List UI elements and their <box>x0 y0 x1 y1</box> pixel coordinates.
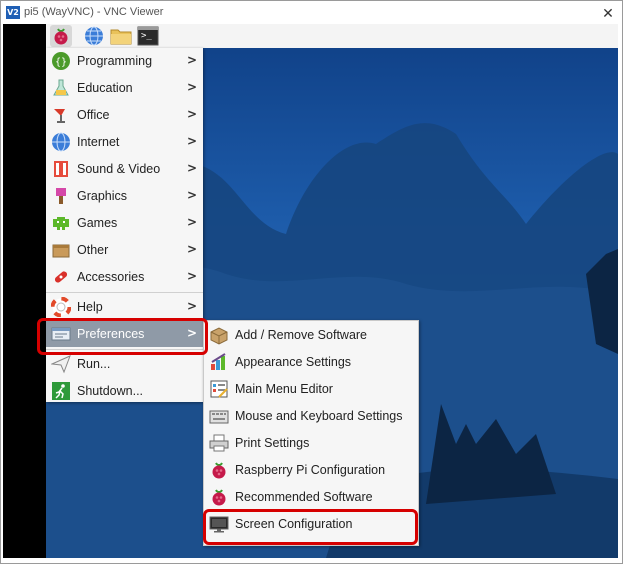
submenu-item-mouse-keyboard-settings[interactable]: Mouse and Keyboard Settings <box>204 403 418 429</box>
highlight-preferences <box>37 318 208 355</box>
other-icon <box>51 240 71 260</box>
menu-item-label: Office <box>77 108 110 122</box>
programming-icon: {} <box>51 51 71 71</box>
svg-text:{}: {} <box>55 57 67 68</box>
vnc-viewer-window: V2 pi5 (WayVNC) - VNC Viewer ✕ >_ {} Pro… <box>0 0 623 564</box>
submenu-item-main-menu-editor[interactable]: Main Menu Editor <box>204 376 418 402</box>
menu-item-label: Accessories <box>77 270 145 284</box>
chevron-right-icon: > <box>186 188 197 202</box>
menu-item-label: Sound & Video <box>77 162 161 176</box>
submenu-item-add-remove-software[interactable]: Add / Remove Software <box>204 322 418 348</box>
chevron-right-icon: > <box>186 107 197 121</box>
menu-item-label: Education <box>77 81 133 95</box>
menu-item-sound-video[interactable]: Sound & Video > <box>46 156 203 182</box>
menu-editor-icon <box>209 379 229 399</box>
internet-icon <box>51 132 71 152</box>
chevron-right-icon: > <box>186 134 197 148</box>
remote-screen[interactable]: >_ {} Programming > Education > Office >… <box>3 24 618 558</box>
office-icon <box>51 105 71 125</box>
accessories-icon <box>51 267 71 287</box>
chevron-right-icon: > <box>186 242 197 256</box>
games-icon <box>51 213 71 233</box>
taskbar: >_ <box>46 24 618 48</box>
menu-item-label: Games <box>77 216 118 230</box>
raspberry-icon <box>209 460 229 480</box>
shutdown-icon <box>51 381 71 401</box>
submenu-item-label: Main Menu Editor <box>235 382 333 396</box>
submenu-item-label: Raspberry Pi Configuration <box>235 463 386 477</box>
education-icon <box>51 78 71 98</box>
chevron-right-icon: > <box>186 269 197 283</box>
close-icon[interactable]: ✕ <box>601 6 615 20</box>
submenu-item-recommended-software[interactable]: Recommended Software <box>204 484 418 510</box>
raspberry-menu-icon[interactable] <box>50 25 72 47</box>
menu-item-internet[interactable]: Internet > <box>46 129 203 155</box>
menu-item-education[interactable]: Education > <box>46 75 203 101</box>
menu-item-graphics[interactable]: Graphics > <box>46 183 203 209</box>
package-icon <box>209 325 229 345</box>
menu-item-accessories[interactable]: Accessories > <box>46 264 203 290</box>
raspberry-icon <box>209 487 229 507</box>
submenu-item-label: Recommended Software <box>235 490 373 504</box>
chevron-right-icon: > <box>186 215 197 229</box>
menu-item-label: Internet <box>77 135 120 149</box>
appearance-icon <box>209 352 229 372</box>
file-manager-icon[interactable] <box>110 25 132 47</box>
menu-item-office[interactable]: Office > <box>46 102 203 128</box>
submenu-item-label: Print Settings <box>235 436 310 450</box>
menu-item-label: Graphics <box>77 189 128 203</box>
submenu-item-label: Appearance Settings <box>235 355 352 369</box>
submenu-item-label: Add / Remove Software <box>235 328 368 342</box>
submenu-item-print-settings[interactable]: Print Settings <box>204 430 418 456</box>
chevron-right-icon: > <box>186 53 197 67</box>
menu-separator <box>46 292 203 293</box>
chevron-right-icon: > <box>186 80 197 94</box>
menu-item-label: Programming <box>77 54 153 68</box>
graphics-icon <box>51 186 71 206</box>
menu-item-label: Run... <box>77 357 111 371</box>
menu-item-label: Help <box>77 300 103 314</box>
submenu-item-raspberry-pi-configuration[interactable]: Raspberry Pi Configuration <box>204 457 418 483</box>
window-title: pi5 (WayVNC) - VNC Viewer <box>24 6 164 18</box>
window-titlebar: V2 pi5 (WayVNC) - VNC Viewer ✕ <box>2 2 621 24</box>
chevron-right-icon: > <box>186 161 197 175</box>
menu-item-other[interactable]: Other > <box>46 237 203 263</box>
vnc-logo-icon: V2 <box>6 6 20 19</box>
web-browser-icon[interactable] <box>83 25 105 47</box>
run-icon <box>51 354 71 374</box>
menu-item-games[interactable]: Games > <box>46 210 203 236</box>
terminal-prompt: >_ <box>141 31 152 41</box>
highlight-screen-configuration <box>203 509 418 545</box>
help-icon <box>51 297 71 317</box>
sound-video-icon <box>51 159 71 179</box>
menu-item-label: Other <box>77 243 109 257</box>
terminal-icon[interactable]: >_ <box>137 25 159 47</box>
printer-icon <box>209 433 229 453</box>
menu-item-programming[interactable]: {} Programming > <box>46 48 203 74</box>
submenu-item-label: Mouse and Keyboard Settings <box>235 409 403 423</box>
menu-item-shutdown[interactable]: Shutdown... <box>46 378 203 404</box>
chevron-right-icon: > <box>186 299 197 313</box>
menu-item-help[interactable]: Help > <box>46 294 203 320</box>
keyboard-icon <box>209 406 229 426</box>
submenu-item-appearance-settings[interactable]: Appearance Settings <box>204 349 418 375</box>
menu-item-label: Shutdown... <box>77 384 144 398</box>
